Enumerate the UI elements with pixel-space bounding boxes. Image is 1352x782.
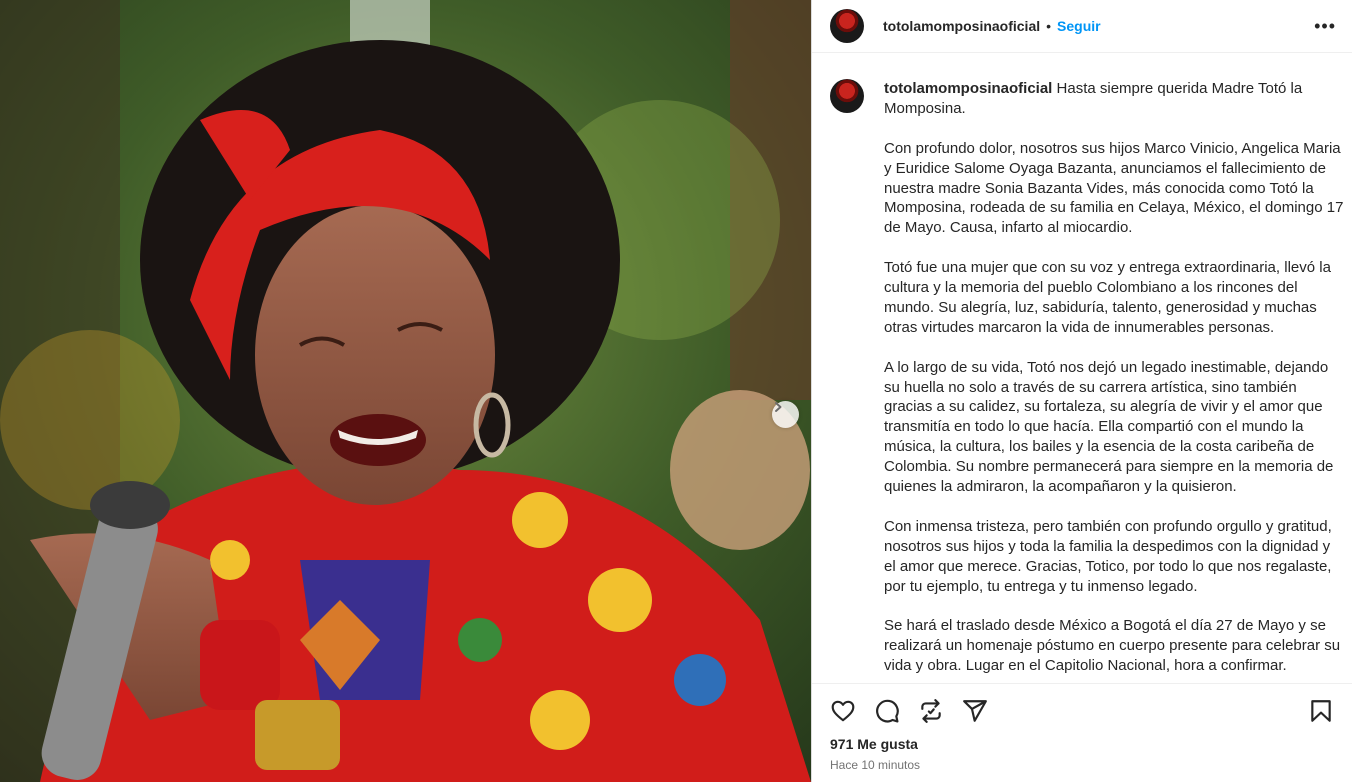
caption-avatar[interactable] (830, 79, 864, 113)
post-time[interactable]: Hace 10 minutos (812, 758, 1352, 772)
heart-icon[interactable] (830, 698, 856, 724)
more-options-icon[interactable]: ••• (1314, 16, 1336, 37)
caption-paragraph: A lo largo de su vida, Totó nos dejó un … (884, 358, 1334, 496)
share-icon[interactable] (962, 698, 988, 724)
caption-username[interactable]: totolamomposinaoficial (884, 80, 1052, 97)
post-photo (0, 0, 811, 782)
chevron-right-icon (775, 402, 782, 412)
caption-paragraph: Totó fue una mujer que con su voz y entr… (884, 259, 1331, 336)
follow-button[interactable]: Seguir (1057, 18, 1101, 34)
caption-paragraph: totolamomposinaoficial Hasta siempre que… (884, 79, 1344, 119)
avatar[interactable] (830, 9, 864, 43)
bookmark-icon[interactable] (1308, 698, 1334, 724)
caption-paragraph: Se hará el traslado desde México a Bogot… (884, 617, 1341, 675)
likes-count[interactable]: 971 Me gusta (812, 736, 1352, 752)
post-panel: totolamomposinaoficial • Seguir ••• toto… (811, 0, 1352, 782)
header-username[interactable]: totolamomposinaoficial (883, 18, 1040, 34)
caption-text: totolamomposinaoficial Hasta siempre que… (884, 79, 1344, 683)
caption-area: totolamomposinaoficial Hasta siempre que… (812, 53, 1352, 683)
action-bar (812, 683, 1352, 738)
comment-icon[interactable] (874, 698, 900, 724)
post-header: totolamomposinaoficial • Seguir ••• (812, 0, 1352, 53)
instagram-post: totolamomposinaoficial • Seguir ••• toto… (0, 0, 1352, 782)
caption-paragraph: Con profundo dolor, nosotros sus hijos M… (884, 139, 1344, 237)
repost-icon[interactable] (918, 698, 944, 724)
caption-paragraph: Con inmensa tristeza, pero también con p… (884, 517, 1332, 595)
separator-dot: • (1046, 18, 1052, 34)
post-media[interactable] (0, 0, 811, 782)
next-image-button[interactable] (772, 401, 799, 428)
